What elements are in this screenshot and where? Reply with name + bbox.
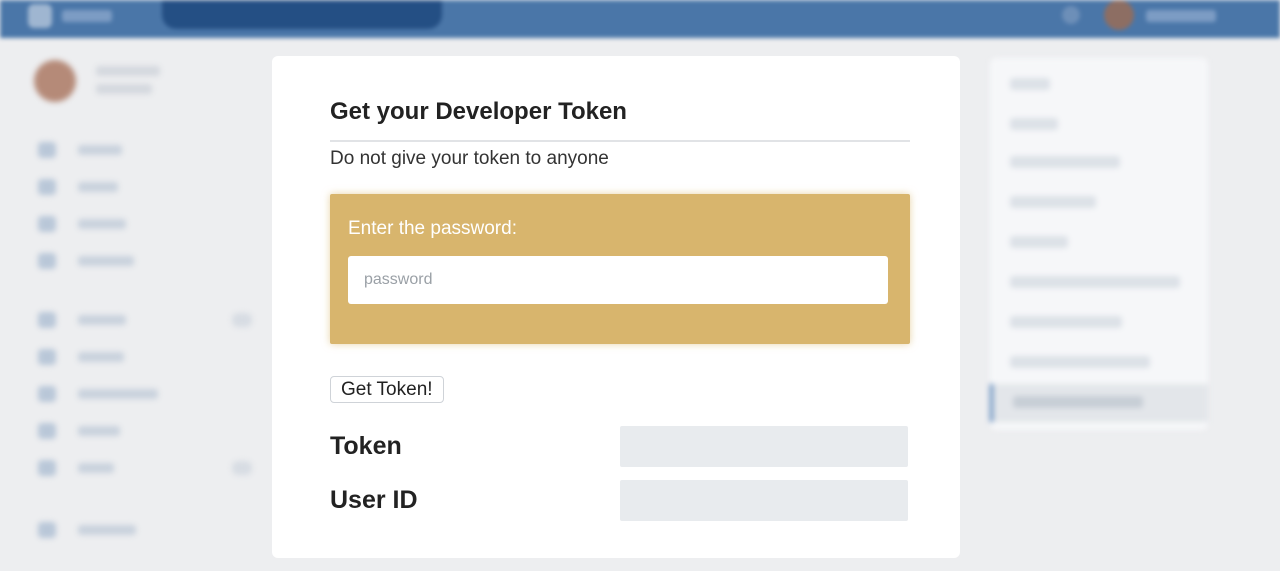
nav-icon	[38, 423, 56, 439]
nav-icon	[38, 460, 56, 476]
sidebar-item[interactable]	[38, 458, 252, 478]
right-menu-item[interactable]	[1010, 118, 1058, 130]
sidebar-item[interactable]	[38, 384, 178, 404]
right-menu-item-active[interactable]	[990, 384, 1208, 422]
user-name[interactable]	[1146, 10, 1216, 22]
right-menu-item[interactable]	[1010, 316, 1122, 328]
title-divider	[330, 140, 910, 142]
sidebar-item[interactable]	[38, 421, 178, 441]
nav-icon	[38, 312, 56, 328]
sidebar-item[interactable]	[38, 214, 178, 234]
password-input[interactable]	[348, 256, 888, 304]
page-title: Get your Developer Token	[330, 98, 627, 125]
nav-icon	[38, 216, 56, 232]
sidebar-item[interactable]	[38, 520, 178, 540]
right-sidebar	[990, 58, 1208, 430]
password-panel: Enter the password:	[330, 194, 910, 344]
profile-status	[96, 84, 152, 94]
developer-token-card: Get your Developer Token Do not give you…	[272, 56, 960, 558]
nav-icon	[38, 179, 56, 195]
right-menu-item[interactable]	[1010, 156, 1120, 168]
logo[interactable]	[28, 4, 52, 28]
sidebar-item[interactable]	[38, 251, 178, 271]
token-label: Token	[330, 432, 402, 460]
sidebar-item[interactable]	[38, 177, 178, 197]
left-sidebar	[0, 38, 270, 571]
sidebar-item[interactable]	[38, 347, 178, 367]
search-bar[interactable]	[162, 0, 442, 29]
password-label: Enter the password:	[348, 218, 517, 239]
nav-icon	[38, 253, 56, 269]
nav-icon	[38, 522, 56, 538]
profile-name[interactable]	[96, 66, 160, 76]
get-token-button[interactable]: Get Token!	[330, 376, 444, 403]
top-bar	[0, 0, 1280, 38]
right-menu-item[interactable]	[1010, 276, 1180, 288]
user-id-label: User ID	[330, 486, 418, 514]
right-menu-item[interactable]	[1010, 78, 1050, 90]
logo-text	[62, 10, 112, 22]
security-warning: Do not give your token to anyone	[330, 148, 609, 169]
sidebar-item[interactable]	[38, 140, 178, 160]
nav-icon	[38, 349, 56, 365]
count-badge	[232, 313, 252, 327]
notifications-icon[interactable]	[1062, 6, 1080, 24]
right-menu-item[interactable]	[1010, 196, 1096, 208]
token-field[interactable]	[620, 426, 908, 467]
sidebar-item[interactable]	[38, 310, 252, 330]
right-menu-item[interactable]	[1010, 356, 1150, 368]
nav-icon	[38, 386, 56, 402]
user-id-field[interactable]	[620, 480, 908, 521]
profile-avatar[interactable]	[34, 60, 76, 102]
count-badge	[232, 461, 252, 475]
avatar[interactable]	[1104, 0, 1134, 30]
nav-icon	[38, 142, 56, 158]
right-menu-item[interactable]	[1010, 236, 1068, 248]
